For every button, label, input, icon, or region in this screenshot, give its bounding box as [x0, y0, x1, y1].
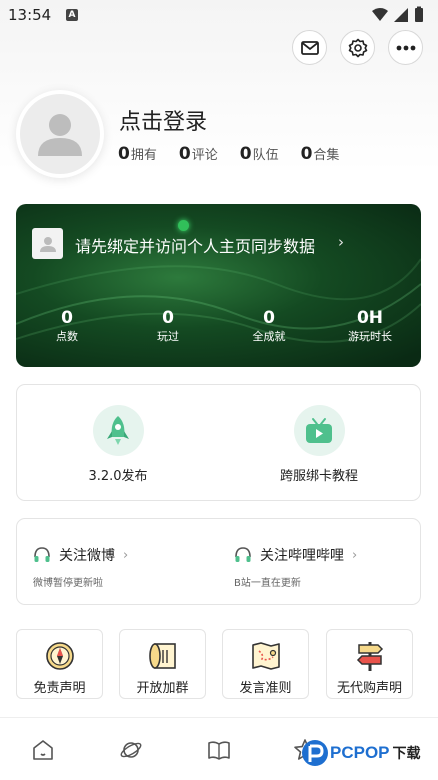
- game-stat-played: 0 玩过: [128, 308, 208, 344]
- stat-owned[interactable]: 0 拥有: [118, 144, 157, 164]
- stat-value: 0: [239, 144, 252, 164]
- game-stat-achievements: 0 全成就: [229, 308, 309, 344]
- follow-weibo[interactable]: 关注微博 › 微博暂停更新啦: [17, 519, 197, 604]
- signal-icon: [394, 8, 408, 22]
- stat-comments[interactable]: 0 评论: [179, 144, 218, 164]
- tv-play-icon: [293, 405, 345, 456]
- stat-value: 0: [300, 144, 313, 164]
- game-stats: 0 点数 0 玩过 0 全成就 0H 游玩时长: [16, 308, 421, 348]
- stat-label: 合集: [313, 148, 340, 163]
- signpost-icon: [354, 640, 386, 672]
- status-icons: [372, 6, 423, 22]
- status-time: 13:54: [8, 6, 52, 24]
- tile-label: 发言准则: [239, 681, 292, 696]
- stat-label: 拥有: [130, 148, 157, 163]
- feature-label: 3.2.0发布: [88, 469, 148, 484]
- game-stat-label: 游玩时长: [348, 330, 392, 343]
- mail-icon: [300, 40, 319, 55]
- notification-icon: A: [66, 9, 78, 21]
- login-prompt[interactable]: 点击登录: [119, 104, 207, 136]
- map-icon: [250, 640, 282, 672]
- book-icon[interactable]: [207, 738, 231, 762]
- feature-release-notes[interactable]: 3.2.0发布: [38, 385, 198, 484]
- more-button[interactable]: [388, 30, 423, 65]
- status-bar: 13:54 A: [0, 0, 438, 30]
- stat-label: 评论: [191, 148, 218, 163]
- game-stat-label: 点数: [56, 330, 78, 343]
- user-placeholder-icon: [38, 114, 82, 156]
- home-icon[interactable]: [31, 738, 55, 762]
- stat-label: 队伍: [252, 148, 279, 163]
- follow-card: 关注微博 › 微博暂停更新啦 关注哔哩哔哩 › B站一直在更新: [16, 518, 421, 605]
- bind-avatar: [32, 228, 63, 259]
- planet-icon[interactable]: [119, 738, 143, 762]
- game-stat-value: 0H: [356, 308, 384, 328]
- game-stat-value: 0: [162, 308, 174, 328]
- avatar[interactable]: [16, 90, 104, 178]
- follow-subtitle: 微博暂停更新啦: [33, 578, 103, 589]
- features-card: 3.2.0发布 跨服绑卡教程: [16, 384, 421, 501]
- gear-icon: [348, 38, 367, 57]
- tile-no-proxy-purchase[interactable]: 无代购声明: [326, 629, 413, 699]
- profile-stats: 0 拥有 0 评论 0 队伍 0 合集: [118, 144, 339, 164]
- follow-title: 关注哔哩哔哩: [260, 548, 344, 564]
- battery-icon: [415, 8, 423, 22]
- follow-subtitle: B站一直在更新: [234, 578, 301, 589]
- bind-prompt: 请先绑定并访问个人主页同步数据: [75, 237, 316, 256]
- game-stat-value: 0: [263, 308, 275, 328]
- status-dot: [178, 220, 189, 231]
- chevron-right-icon: ›: [338, 233, 344, 251]
- game-stat-points: 0 点数: [27, 308, 107, 344]
- stat-collections[interactable]: 0 合集: [301, 144, 340, 164]
- tile-open-group[interactable]: 开放加群: [119, 629, 206, 699]
- bind-account-card[interactable]: 请先绑定并访问个人主页同步数据 › 0 点数 0 玩过 0 全成就 0H 游玩时…: [16, 204, 421, 367]
- tile-speech-rules[interactable]: 发言准则: [222, 629, 309, 699]
- feature-bind-tutorial[interactable]: 跨服绑卡教程: [239, 385, 399, 484]
- follow-title: 关注微博: [59, 548, 115, 564]
- follow-title-row: 关注微博 ›: [33, 545, 128, 565]
- tile-disclaimer[interactable]: 免责声明: [16, 629, 103, 699]
- user-placeholder-icon: [39, 236, 56, 252]
- game-stat-label: 玩过: [157, 330, 179, 343]
- pcpop-logo-icon: [302, 740, 328, 766]
- feature-label: 跨服绑卡教程: [279, 469, 358, 484]
- game-stat-playtime: 0H 游玩时长: [330, 308, 410, 344]
- tile-label: 开放加群: [136, 681, 189, 696]
- game-stat-value: 0: [61, 308, 73, 328]
- tile-label: 免责声明: [33, 681, 86, 696]
- watermark-suffix: 下载: [392, 746, 421, 762]
- headset-icon: [235, 547, 251, 562]
- chevron-right-icon: ›: [123, 547, 129, 563]
- watermark-brand: PCPOP: [330, 743, 390, 762]
- more-dots-icon: [396, 45, 415, 50]
- follow-title-row: 关注哔哩哔哩 ›: [234, 545, 357, 565]
- follow-bilibili[interactable]: 关注哔哩哔哩 › B站一直在更新: [218, 519, 398, 604]
- game-stat-label: 全成就: [252, 330, 286, 343]
- compass-icon: [44, 640, 76, 672]
- scroll-icon: [147, 640, 179, 672]
- settings-button[interactable]: [340, 30, 375, 65]
- stat-value: 0: [118, 144, 130, 164]
- tile-label: 无代购声明: [336, 681, 402, 696]
- mail-button[interactable]: [292, 30, 327, 65]
- stat-value: 0: [178, 144, 191, 164]
- headset-icon: [34, 547, 50, 562]
- rocket-icon: [92, 405, 144, 456]
- stat-teams[interactable]: 0 队伍: [240, 144, 279, 164]
- watermark-logo: PCPOP 下载: [300, 738, 421, 768]
- chevron-right-icon: ›: [352, 547, 358, 563]
- wifi-icon: [372, 8, 388, 21]
